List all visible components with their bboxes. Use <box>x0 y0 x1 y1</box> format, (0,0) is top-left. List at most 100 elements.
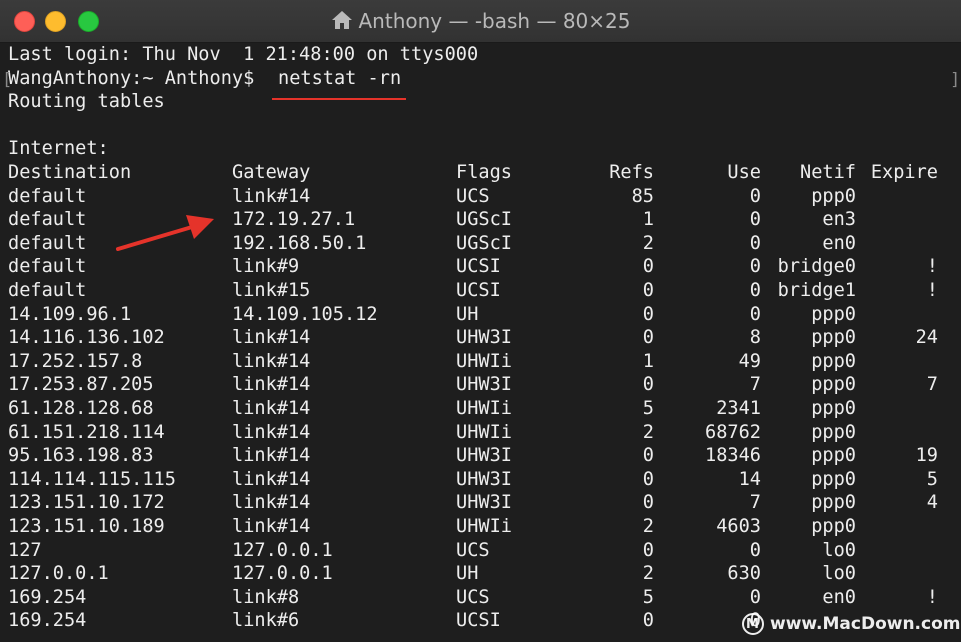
cell-flags: UCSI <box>456 610 501 632</box>
command-text: netstat -rn <box>278 67 402 89</box>
cell-expire: ! <box>926 586 938 608</box>
cell-flags: UHW3I <box>456 468 512 490</box>
col-flags: Flags <box>456 162 512 183</box>
cell-destination: 14.109.96.1 <box>8 303 132 325</box>
cell-destination: default <box>8 232 87 254</box>
cell-refs: 0 <box>642 256 654 278</box>
cell-expire: ! <box>926 256 938 278</box>
shell-prompt: WangAnthony:~ Anthony$ <box>8 67 266 89</box>
cell-netif: ppp0 <box>811 516 856 537</box>
cell-netif: en0 <box>822 586 856 608</box>
cell-netif: bridge1 <box>777 280 856 301</box>
cell-destination: 17.252.157.8 <box>8 350 143 372</box>
cell-use: 0 <box>749 280 761 301</box>
cell-gateway: link#14 <box>232 516 311 537</box>
cell-netif: lo0 <box>822 539 856 561</box>
cell-netif: ppp0 <box>811 185 856 207</box>
cell-netif: ppp0 <box>811 327 856 349</box>
cell-use: 4603 <box>716 516 761 537</box>
cell-refs: 5 <box>642 398 654 419</box>
cell-gateway: link#6 <box>232 610 300 632</box>
routing-header: Routing tables <box>8 91 165 113</box>
cell-netif: lo0 <box>822 563 856 585</box>
red-arrow-annotation <box>116 215 214 251</box>
cell-use: 630 <box>727 563 761 585</box>
cell-refs: 0 <box>642 492 654 514</box>
terminal-output[interactable]: Last login: Thu Nov 1 21:48:00 on ttys00… <box>8 43 958 642</box>
internet-label: Internet: <box>8 138 109 160</box>
cell-flags: UH <box>456 303 479 325</box>
cell-use: 18346 <box>705 445 761 467</box>
cell-netif: bridge0 <box>777 256 856 278</box>
cell-flags: UCSI <box>456 280 501 301</box>
cell-refs: 1 <box>642 350 654 372</box>
cell-flags: UHW3I <box>456 327 512 349</box>
cell-expire: ! <box>926 280 938 301</box>
cell-gateway: 192.168.50.1 <box>232 232 367 254</box>
cell-use: 2341 <box>716 398 761 419</box>
cell-gateway: link#14 <box>232 327 311 349</box>
title-bar[interactable]: Anthony — -bash — 80×25 <box>0 0 961 43</box>
cell-gateway: 127.0.0.1 <box>232 563 333 585</box>
cell-gateway: link#14 <box>232 445 311 467</box>
cell-flags: UH <box>456 563 479 585</box>
cell-use: 7 <box>749 374 761 396</box>
cell-gateway: link#14 <box>232 421 311 443</box>
cell-netif: en3 <box>822 209 856 231</box>
cell-destination: default <box>8 280 87 301</box>
cell-destination: 114.114.115.115 <box>8 468 176 490</box>
cell-flags: UCS <box>456 586 490 608</box>
cell-flags: UCSI <box>456 256 501 278</box>
cell-destination: 169.254 <box>8 586 87 608</box>
cell-gateway: 14.109.105.12 <box>232 303 378 325</box>
cell-refs: 0 <box>642 445 654 467</box>
cell-netif: ppp0 <box>811 374 856 396</box>
internet-label-line: Internet: <box>8 137 109 161</box>
cell-expire: 24 <box>915 327 938 349</box>
table-header: Destination Gateway Flags Refs Use Netif… <box>8 161 938 185</box>
cell-use: 0 <box>749 209 761 231</box>
cell-destination: 17.253.87.205 <box>8 374 154 396</box>
cell-flags: UHWIi <box>456 421 512 443</box>
cell-expire: 19 <box>915 445 938 467</box>
col-gateway: Gateway <box>232 162 311 183</box>
home-folder-icon <box>331 2 353 29</box>
cell-flags: UGScI <box>456 232 512 254</box>
cell-use: 0 <box>749 586 761 608</box>
cell-destination: 14.116.136.102 <box>8 327 165 349</box>
cell-refs: 0 <box>642 303 654 325</box>
cell-netif: ppp0 <box>811 492 856 514</box>
cell-use: 0 <box>749 232 761 254</box>
cell-refs: 2 <box>642 232 654 254</box>
cell-flags: UHW3I <box>456 445 512 467</box>
cell-refs: 2 <box>642 563 654 585</box>
cell-refs: 2 <box>642 516 654 537</box>
cell-netif: ppp0 <box>811 350 856 372</box>
cell-gateway: link#14 <box>232 374 311 396</box>
cell-flags: UHW3I <box>456 374 512 396</box>
cell-expire: 7 <box>926 374 938 396</box>
cell-use: 68762 <box>705 421 761 443</box>
cell-destination: 95.163.198.83 <box>8 445 154 467</box>
cell-refs: 0 <box>642 610 654 632</box>
cell-refs: 0 <box>642 327 654 349</box>
cell-destination: default <box>8 209 87 231</box>
command-underline-annotation <box>272 98 406 100</box>
cell-flags: UGScI <box>456 209 512 231</box>
cell-gateway: link#8 <box>232 586 300 608</box>
cell-netif: ppp0 <box>811 421 856 443</box>
cell-destination: 123.151.10.189 <box>8 516 165 537</box>
cell-use: 0 <box>749 539 761 561</box>
cell-use: 0 <box>749 256 761 278</box>
cell-gateway: link#14 <box>232 492 311 514</box>
cell-netif: ppp0 <box>811 468 856 490</box>
watermark-logo-icon <box>742 611 764 639</box>
cell-flags: UHW3I <box>456 492 512 514</box>
watermark-text: www.MacDown.com <box>770 614 961 634</box>
cell-use: 49 <box>738 350 761 372</box>
cell-flags: UCS <box>456 539 490 561</box>
cell-destination: 61.151.218.114 <box>8 421 165 443</box>
cell-flags: UHWIi <box>456 398 512 419</box>
cell-refs: 5 <box>642 586 654 608</box>
cell-expire: 4 <box>926 492 938 514</box>
